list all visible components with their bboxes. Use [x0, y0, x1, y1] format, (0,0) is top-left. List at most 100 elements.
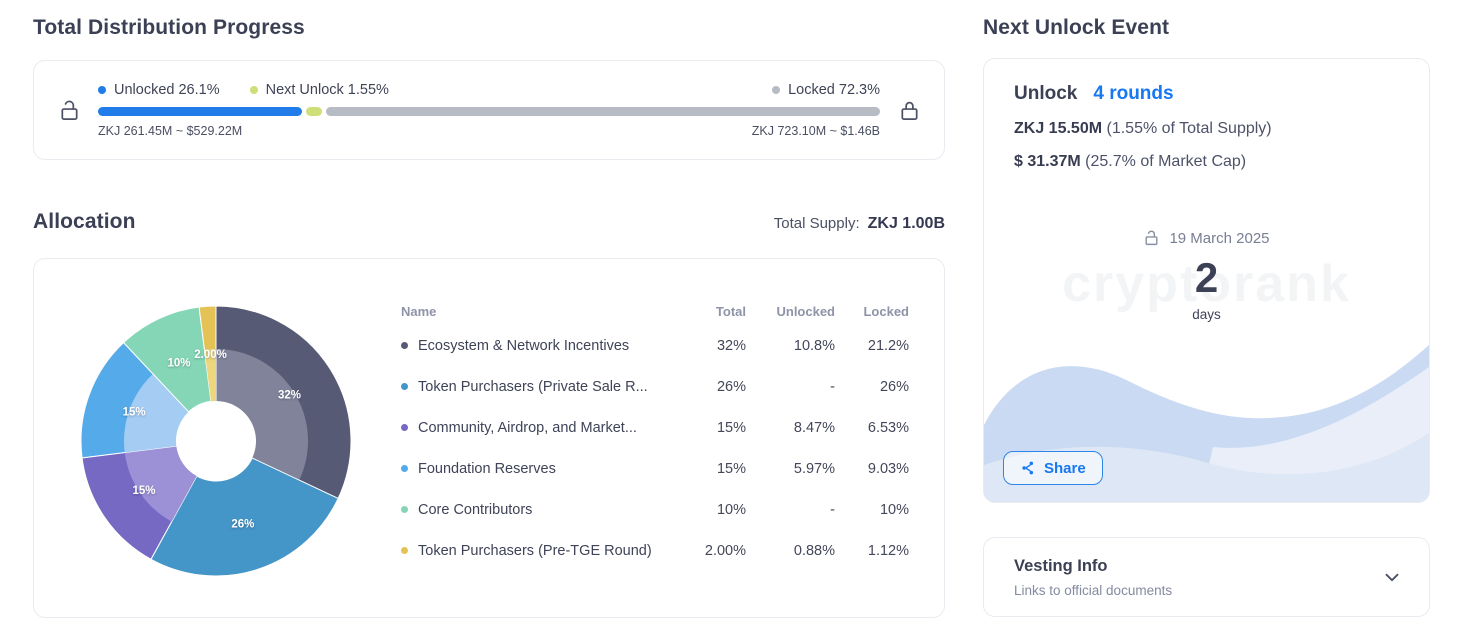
vesting-text: Vesting Info Links to official documents: [1014, 557, 1172, 598]
table-row: Ecosystem & Network Incentives 32% 10.8% 21…: [401, 325, 909, 366]
donut-slice-label: 15%: [133, 485, 156, 497]
row-name: Token Purchasers (Pre-TGE Round): [418, 542, 652, 559]
donut-slice-label: 10%: [167, 357, 190, 369]
donut-slice-label: 32%: [278, 389, 301, 401]
row-locked: 6.53%: [867, 419, 909, 436]
usd-amount: $ 31.37M: [1014, 153, 1081, 170]
unlocked-lock-icon: [52, 98, 86, 123]
progress-legend: Unlocked 26.1% Next Unlock 1.55% Locked …: [98, 82, 880, 98]
unlocked-dot-icon: [98, 86, 106, 94]
rounds-link[interactable]: 4 rounds: [1093, 83, 1173, 105]
total-supply: Total Supply: ZKJ 1.00B: [774, 215, 945, 233]
legend-unlocked: Unlocked 26.1%: [98, 82, 220, 98]
unlock-date: 19 March 2025: [1169, 229, 1270, 247]
row-unlocked: 8.47%: [793, 419, 835, 436]
locked-dot-icon: [772, 86, 781, 94]
donut-slice-label: 15%: [123, 407, 146, 419]
bar-segment-unlocked: [98, 107, 303, 116]
token-amount-line: ZKJ 15.50M (1.55% of Total Supply): [1014, 120, 1399, 138]
table-row: Core Contributors 10% - 10%: [401, 489, 909, 530]
distribution-progress-card: Unlocked 26.1% Next Unlock 1.55% Locked …: [33, 60, 945, 160]
locked-amount: ZKJ 723.10M ~ $1.46B: [751, 124, 880, 138]
date-lock-icon: [1143, 229, 1160, 247]
row-locked: 21.2%: [867, 337, 909, 354]
row-name: Foundation Reserves: [418, 460, 556, 477]
header-unlocked: Unlocked: [776, 303, 835, 319]
legend-next-unlock-label: Next Unlock 1.55%: [265, 82, 389, 98]
row-locked: 10%: [879, 501, 909, 518]
allocation-table-header: Name Total Unlocked Locked: [401, 297, 909, 325]
total-supply-label: Total Supply:: [773, 215, 860, 232]
allocation-header: Allocation Total Supply: ZKJ 1.00B: [33, 210, 945, 234]
locked-lock-icon: [892, 98, 926, 123]
legend-locked: Locked 72.3%: [772, 82, 880, 98]
header-locked: Locked: [863, 303, 909, 319]
bar-segment-locked: [325, 107, 880, 116]
row-total: 2.00%: [704, 542, 746, 559]
row-unlocked: -: [830, 501, 835, 518]
unlock-countdown: 19 March 2025 2 days: [984, 229, 1429, 322]
unlock-date-row: 19 March 2025: [984, 229, 1429, 247]
row-name: Ecosystem & Network Incentives: [418, 337, 630, 354]
token-note: (1.55% of Total Supply): [1106, 120, 1272, 137]
legend-next-unlock: Next Unlock 1.55%: [249, 82, 389, 98]
token-amount: ZKJ 15.50M: [1014, 120, 1103, 137]
bar-segment-next-unlock: [306, 107, 322, 116]
table-row: Token Purchasers (Private Sale R... 26% - 2…: [401, 366, 909, 407]
row-name: Community, Airdrop, and Market...: [418, 419, 637, 436]
donut-slice-label: 2.00%: [194, 349, 227, 361]
row-name: Token Purchasers (Private Sale R...: [418, 378, 648, 395]
row-total: 32%: [716, 337, 746, 354]
total-supply-value: ZKJ 1.00B: [867, 215, 945, 232]
usd-note: (25.7% of Market Cap): [1085, 153, 1247, 170]
countdown-unit: days: [1192, 307, 1221, 322]
allocation-table-rows: Ecosystem & Network Incentives 32% 10.8% 21…: [401, 325, 909, 571]
usd-amount-line: $ 31.37M (25.7% of Market Cap): [1014, 153, 1399, 171]
row-name: Core Contributors: [418, 501, 533, 518]
table-row: Community, Airdrop, and Market... 15% 8.47…: [401, 407, 909, 448]
distribution-title: Total Distribution Progress: [33, 16, 305, 39]
allocation-title: Allocation: [33, 210, 136, 233]
header-total: Total: [715, 303, 746, 319]
row-unlocked: 10.8%: [793, 337, 835, 354]
unlock-label: Unlock: [1014, 83, 1078, 104]
next-unlock-dot-icon: [249, 86, 258, 94]
row-locked: 1.12%: [867, 542, 909, 559]
vesting-subtitle: Links to official documents: [1014, 582, 1173, 598]
allocation-card: cryptorank 32%26%15%15%10%2.00% Name Tot…: [33, 258, 945, 618]
progress-amounts: ZKJ 261.45M ~ $529.22M ZKJ 723.10M ~ $1.…: [98, 124, 880, 138]
donut-slice-label: 26%: [231, 519, 254, 531]
next-unlock-card: cryptorank Unlock 4 rounds ZKJ 15.50M (1…: [983, 58, 1430, 503]
allocation-donut[interactable]: 32% 26% 15% 15% 10% 2.00%: [76, 301, 356, 581]
row-color-dot-icon: [401, 547, 408, 554]
unlocked-amount: ZKJ 261.45M ~ $529.22M: [98, 124, 243, 138]
unlock-details: Unlock 4 rounds ZKJ 15.50M (1.55% of Tot…: [984, 59, 1429, 171]
row-unlocked: 0.88%: [793, 542, 835, 559]
distribution-progress-bar[interactable]: [98, 107, 880, 116]
table-row: Foundation Reserves 15% 5.97% 9.03%: [401, 448, 909, 489]
progress-middle: Unlocked 26.1% Next Unlock 1.55% Locked …: [86, 82, 892, 138]
row-total: 26%: [716, 378, 746, 395]
allocation-table: Name Total Unlocked Locked Ecosystem & N…: [401, 297, 909, 571]
share-button[interactable]: Share: [1003, 451, 1103, 485]
header-name: Name: [401, 303, 437, 319]
row-unlocked: -: [830, 378, 835, 395]
token-unlock-page: Total Distribution Progress Unlocked 26.…: [0, 0, 1479, 644]
row-color-dot-icon: [401, 342, 408, 349]
chevron-down-icon[interactable]: [1381, 566, 1403, 588]
next-unlock-title: Next Unlock Event: [983, 16, 1170, 39]
row-color-dot-icon: [401, 465, 408, 472]
legend-locked-label: Locked 72.3%: [788, 82, 880, 98]
vesting-title: Vesting Info: [1014, 556, 1108, 575]
row-color-dot-icon: [401, 383, 408, 390]
row-unlocked: 5.97%: [793, 460, 835, 477]
row-color-dot-icon: [401, 506, 408, 513]
row-color-dot-icon: [401, 424, 408, 431]
share-icon: [1020, 460, 1036, 476]
vesting-info-card[interactable]: Vesting Info Links to official documents: [983, 537, 1430, 617]
row-locked: 9.03%: [867, 460, 909, 477]
row-total: 15%: [716, 419, 746, 436]
share-label: Share: [1044, 459, 1086, 477]
legend-unlocked-label: Unlocked 26.1%: [114, 82, 220, 98]
countdown-value: 2: [1194, 254, 1219, 301]
